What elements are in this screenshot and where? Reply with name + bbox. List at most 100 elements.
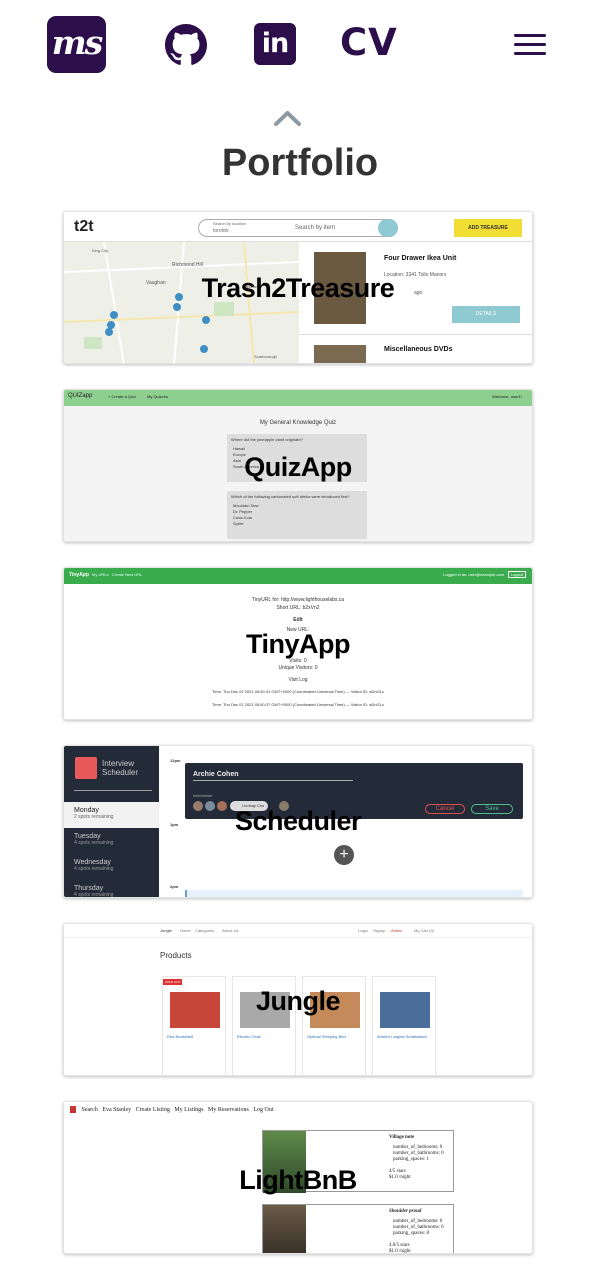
t2t-search-location-label: Search by location	[213, 221, 246, 226]
day-name: Wednesday	[74, 859, 111, 866]
quiz-options: Mountain Dew Dr. Pepper Coca-Cola Sprite	[233, 503, 259, 527]
quiz-welcome: Welcome, user1!	[492, 394, 522, 399]
lightbnb-menu-item: My Listings	[174, 1106, 204, 1113]
project-card-scheduler[interactable]: Interview Scheduler Monday 2 spots remai…	[63, 745, 533, 898]
time-slot: 12pm	[170, 758, 181, 763]
project-title: QuizApp	[244, 452, 352, 482]
chevron-up-icon[interactable]	[273, 108, 302, 128]
lightbnb-listing: Shoulder proud number_of_bedrooms: 6 num…	[262, 1204, 454, 1254]
lightbnb-menu-item: Eva Stanley	[102, 1106, 132, 1113]
quiz-brand: QUIZapp	[68, 393, 93, 399]
listing-rating: 4.0/5 stars	[389, 1243, 410, 1248]
quiz-question-text: Where did the pineapple plant originate?	[231, 437, 303, 442]
project-card-quizapp[interactable]: QUIZapp + Create a Quiz My Quizzes Welco…	[63, 389, 533, 542]
quiz-header: QUIZapp + Create a Quiz My Quizzes Welco…	[64, 390, 532, 406]
hamburger-menu-icon[interactable]	[514, 34, 546, 56]
scheduler-day: Wednesday 4 spots remaining	[64, 854, 159, 880]
quiz-title: My General Knowledge Quiz	[259, 420, 337, 426]
listing-image	[263, 1205, 306, 1253]
listing-spec: number_of_bedrooms: 0	[393, 1145, 443, 1150]
listing-spec: number_of_bathrooms: 6	[393, 1225, 444, 1230]
linkedin-icon[interactable]: in	[254, 23, 296, 65]
interviewer-label: Interviewer	[193, 793, 213, 798]
project-title: Scheduler	[234, 806, 362, 836]
lightbnb-menu-item: Search	[81, 1106, 98, 1113]
tiny-time: Time: Thu Dec 02 2021 05:50:37 GMT+0000 …	[212, 702, 384, 707]
quiz-question-2: Which of the following carbonated soft d…	[227, 491, 367, 539]
listing-title: Village note	[389, 1135, 415, 1140]
day-spots: 4 spots remaining	[74, 892, 114, 898]
lightbnb-menu-item: Create Listing	[135, 1106, 170, 1113]
quiz-question-text: Which of the following carbonated soft d…	[231, 494, 350, 499]
t2t-item2-image	[314, 345, 366, 363]
listing-spec: number_of_bedrooms: 6	[393, 1219, 443, 1224]
project-title: LightBnB	[239, 1165, 357, 1195]
tiny-time: Time: Thu Dec 02 2021 05:50:31 GMT+0000 …	[212, 689, 384, 694]
day-name: Thursday	[74, 885, 104, 892]
jungle-products-heading: Products	[160, 951, 192, 960]
jungle-menu-item: Categories	[195, 928, 215, 933]
map-label: King City	[92, 248, 109, 253]
jungle-menu-item: Home	[180, 928, 191, 933]
cv-link[interactable]: CV	[340, 19, 398, 67]
t2t-search-item: Search by item	[295, 225, 336, 231]
quiz-option: Sprite	[233, 521, 244, 526]
time-slot: 2pm	[170, 884, 179, 889]
t2t-item-title: Four Drawer Ikea Unit	[384, 255, 457, 262]
quiz-menu-item: + Create a Quiz	[108, 394, 137, 399]
lightbnb-menu-item: My Reservations	[208, 1106, 249, 1113]
calendar-icon	[75, 757, 97, 779]
t2t-item2-title: Miscellaneous DVDs	[384, 346, 453, 353]
jungle-brand: Jungle	[160, 928, 172, 933]
project-card-trash2treasure[interactable]: t2t Search by location toronto Search by…	[63, 211, 533, 364]
project-title: Trash2Treasure	[201, 273, 395, 303]
project-title: TinyApp	[246, 629, 351, 659]
listing-title: Shoulder proud	[389, 1209, 422, 1214]
student-name: Archie Cohen	[193, 771, 239, 778]
jungle-menu-item: Admin	[391, 928, 403, 933]
listing-spec: parking_spaces: 8	[393, 1231, 429, 1236]
t2t-search-icon	[378, 219, 398, 237]
top-nav: ms in CV	[0, 0, 600, 90]
t2t-search-bar: Search by location toronto Search by ite…	[198, 219, 398, 237]
project-card-lightbnb[interactable]: Search Eva Stanley Create Listing My Lis…	[63, 1101, 533, 1254]
product-title: Electric Chair	[237, 1034, 261, 1039]
day-spots: 4 spots remaining	[74, 866, 114, 872]
project-card-jungle[interactable]: Jungle Home Categories About Us Login Si…	[63, 923, 533, 1076]
tiny-short-url: Short URL: b2xVn2	[276, 605, 320, 611]
scheduler-day: Thursday 4 spots remaining	[64, 880, 159, 898]
tiny-menu-item: Create New URL	[112, 572, 143, 577]
jungle-menu-item: Login	[358, 928, 368, 933]
time-slot-bar	[185, 890, 523, 897]
product-title: World's Largest Smartwatch	[377, 1034, 427, 1039]
product-title: Red Bookshelf	[167, 1034, 194, 1039]
quiz-menu-item: My Quizzes	[147, 394, 168, 399]
lightbnb-nav: Search Eva Stanley Create Listing My Lis…	[70, 1106, 274, 1113]
tiny-logged-in: Logged in as: user@example.com	[443, 572, 504, 577]
map-label: Scarborough	[254, 354, 277, 359]
t2t-add-button: ADD TREASURE	[454, 219, 522, 237]
project-card-tinyapp[interactable]: TinyApp My URLs Create New URL Logged in…	[63, 567, 533, 720]
jungle-menu-item: About Us	[222, 928, 239, 933]
tiny-brand: TinyApp	[69, 572, 89, 578]
github-icon[interactable]	[165, 24, 207, 66]
jungle-header: Jungle Home Categories About Us Login Si…	[64, 924, 532, 938]
linkedin-text: in	[261, 28, 289, 59]
jungle-menu-item: My Cart (0)	[414, 928, 434, 933]
tiny-logout: Logout	[507, 571, 526, 578]
logo-link[interactable]: ms	[47, 16, 106, 73]
tiny-visit-log: Visit Log	[288, 677, 308, 683]
tiny-long-url: TinyURL for: http://www.lighthouselabs.c…	[251, 597, 345, 603]
product-title: Optimal Sleeping Bed	[307, 1034, 346, 1039]
scheduler-title: Interview Scheduler	[102, 759, 139, 777]
project-title: Jungle	[255, 986, 341, 1016]
t2t-logo: t2t	[74, 218, 94, 235]
page-title: Portfolio	[221, 142, 379, 184]
listing-spec: number_of_bathrooms: 0	[393, 1151, 444, 1156]
logo-text: ms	[51, 23, 103, 62]
lightbnb-menu-item: Log Out	[253, 1106, 274, 1113]
tiny-menu-item: My URLs	[92, 572, 109, 577]
add-icon: +	[334, 845, 354, 865]
listing-price: $1.0 /night	[389, 1249, 411, 1254]
tiny-header: TinyApp My URLs Create New URL Logged in…	[64, 568, 532, 584]
